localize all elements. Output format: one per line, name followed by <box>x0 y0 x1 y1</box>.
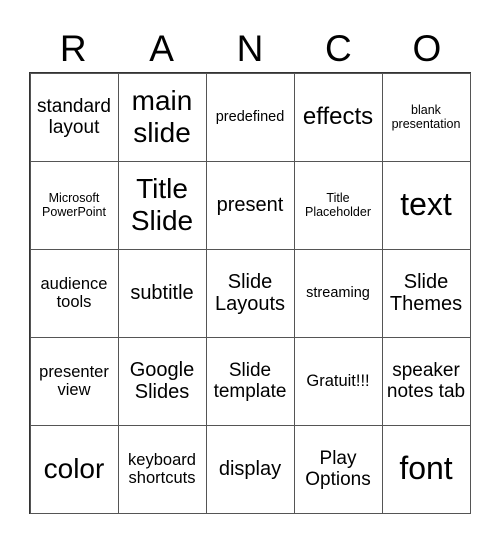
bingo-cell[interactable]: keyboard shortcuts <box>117 424 207 514</box>
bingo-cell[interactable]: blank presentation <box>381 72 471 162</box>
bingo-cell[interactable]: present <box>205 160 295 250</box>
bingo-cell[interactable]: Slide template <box>205 336 295 426</box>
bingo-cell[interactable]: Microsoft PowerPoint <box>29 160 119 250</box>
bingo-cell[interactable]: display <box>205 424 295 514</box>
bingo-cell[interactable]: presenter view <box>29 336 119 426</box>
bingo-cell[interactable]: audience tools <box>29 248 119 338</box>
bingo-cell[interactable]: Title Slide <box>117 160 207 250</box>
bingo-cell[interactable]: effects <box>293 72 383 162</box>
bingo-header: R A N C O <box>29 26 471 72</box>
bingo-cell[interactable]: color <box>29 424 119 514</box>
bingo-cell[interactable]: predefined <box>205 72 295 162</box>
header-letter: N <box>236 28 264 69</box>
header-letter: C <box>325 28 352 69</box>
header-letter: O <box>412 28 442 69</box>
header-letter: R <box>59 28 87 69</box>
bingo-cell[interactable]: Google Slides <box>117 336 207 426</box>
bingo-cell[interactable]: Gratuit!!! <box>293 336 383 426</box>
bingo-cell[interactable]: Title Placeholder <box>293 160 383 250</box>
bingo-cell[interactable]: Slide Themes <box>381 248 471 338</box>
bingo-cell[interactable]: streaming <box>293 248 383 338</box>
bingo-cell[interactable]: main slide <box>117 72 207 162</box>
bingo-cell[interactable]: standard layout <box>29 72 119 162</box>
bingo-cell[interactable]: text <box>381 160 471 250</box>
header-letter: A <box>149 28 174 69</box>
bingo-grid: standard layout main slide predefined ef… <box>29 72 471 514</box>
bingo-cell[interactable]: Slide Layouts <box>205 248 295 338</box>
bingo-cell[interactable]: speaker notes tab <box>381 336 471 426</box>
bingo-cell[interactable]: subtitle <box>117 248 207 338</box>
bingo-cell[interactable]: font <box>381 424 471 514</box>
bingo-cell[interactable]: Play Options <box>293 424 383 514</box>
